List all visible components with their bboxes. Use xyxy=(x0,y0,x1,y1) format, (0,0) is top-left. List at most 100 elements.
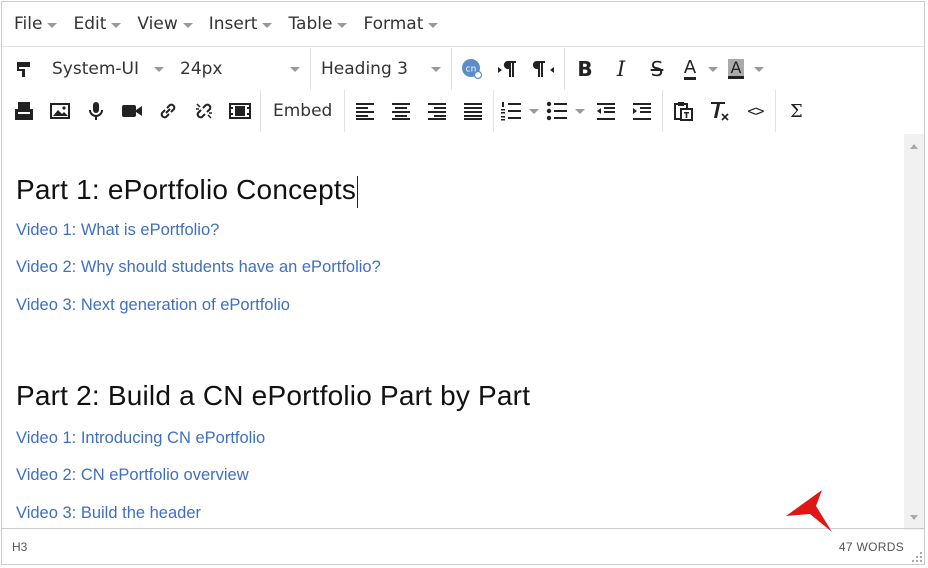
toolbar-group-embed: Embed xyxy=(260,90,344,132)
save-draft-button[interactable] xyxy=(6,94,42,128)
menu-format[interactable]: Format xyxy=(355,2,446,46)
editor-content[interactable]: Part 1: ePortfolio Concepts Video 1: Wha… xyxy=(2,134,906,530)
toolbar-group-fonts: System-UI 24px xyxy=(2,48,310,90)
paste-text-button[interactable] xyxy=(665,94,701,128)
toolbar-group-misc: <> xyxy=(662,90,775,132)
scroll-down-arrow-icon[interactable] xyxy=(910,515,918,520)
media-icon xyxy=(229,103,251,119)
video-icon xyxy=(122,105,142,117)
image-button[interactable] xyxy=(42,94,78,128)
italic-button[interactable]: I xyxy=(603,52,639,86)
align-left-icon xyxy=(356,103,375,120)
video-button[interactable] xyxy=(114,94,150,128)
cn-plugin-button[interactable]: cn xyxy=(454,52,490,86)
align-center-button[interactable] xyxy=(383,94,419,128)
strikethrough-button[interactable]: S xyxy=(639,52,675,86)
toolbar-group-text-style: B I S A A xyxy=(564,48,769,90)
clear-formatting-button[interactable] xyxy=(701,94,737,128)
menu-edit[interactable]: Edit xyxy=(65,2,129,46)
toolbar-row-formatting: System-UI 24px Heading 3 cn B I S A A xyxy=(2,48,924,90)
menu-file[interactable]: File xyxy=(6,2,65,46)
link-part1-video1[interactable]: Video 1: What is ePortfolio? xyxy=(16,221,219,240)
link-icon xyxy=(160,103,176,119)
link-button[interactable] xyxy=(150,94,186,128)
link-part2-video3[interactable]: Video 3: Build the header xyxy=(16,504,201,523)
chevron-down-icon xyxy=(754,66,764,72)
ltr-paragraph-icon xyxy=(498,61,516,77)
media-button[interactable] xyxy=(222,94,258,128)
vertical-scrollbar[interactable] xyxy=(904,134,924,530)
numbered-list-button[interactable] xyxy=(496,94,526,128)
chevron-down-icon xyxy=(529,108,540,114)
indent-icon xyxy=(633,103,652,120)
unlink-button[interactable] xyxy=(186,94,222,128)
numbered-list-dropdown[interactable] xyxy=(526,94,542,128)
equation-button[interactable]: Σ xyxy=(778,94,814,128)
toolbar-group-direction: cn xyxy=(451,48,564,90)
toolbar-row-insert: Embed <> Σ xyxy=(2,90,924,132)
strikethrough-icon: S xyxy=(650,57,664,81)
menu-file-label: File xyxy=(14,14,43,34)
background-color-button[interactable]: A xyxy=(721,52,751,86)
menu-view[interactable]: View xyxy=(129,2,200,46)
align-center-icon xyxy=(392,103,411,120)
menu-table[interactable]: Table xyxy=(280,2,355,46)
rtl-paragraph-button[interactable] xyxy=(526,52,562,86)
block-format-value: Heading 3 xyxy=(321,59,408,79)
align-right-icon xyxy=(428,103,447,120)
source-code-button[interactable]: <> xyxy=(737,94,773,128)
background-color-dropdown[interactable] xyxy=(751,52,767,86)
menu-table-label: Table xyxy=(288,14,333,34)
link-part1-video3[interactable]: Video 3: Next generation of ePortfolio xyxy=(16,296,290,315)
outdent-icon xyxy=(597,103,616,120)
justify-button[interactable] xyxy=(455,94,491,128)
element-path[interactable]: H3 xyxy=(2,540,27,554)
chevron-down-icon xyxy=(431,66,441,72)
save-draft-icon xyxy=(15,102,33,120)
source-code-icon: <> xyxy=(747,102,764,120)
text-cursor xyxy=(357,175,359,208)
chevron-down-icon xyxy=(708,66,718,72)
text-color-button[interactable]: A xyxy=(675,52,705,86)
toolbar-group-math: Σ xyxy=(775,90,816,132)
menu-edit-label: Edit xyxy=(73,14,107,34)
align-right-button[interactable] xyxy=(419,94,455,128)
format-painter-button[interactable] xyxy=(4,52,44,86)
chevron-down-icon xyxy=(290,66,300,72)
heading-part-1: Part 1: ePortfolio Concepts xyxy=(16,174,359,208)
text-color-icon: A xyxy=(683,56,697,80)
menu-insert[interactable]: Insert xyxy=(201,2,281,46)
scroll-up-arrow-icon[interactable] xyxy=(910,144,918,149)
format-painter-icon xyxy=(17,62,30,77)
font-size-select[interactable]: 24px xyxy=(172,52,308,86)
embed-button[interactable]: Embed xyxy=(263,94,342,128)
align-left-button[interactable] xyxy=(347,94,383,128)
chevron-down-icon xyxy=(428,22,439,28)
outdent-button[interactable] xyxy=(588,94,624,128)
sigma-icon: Σ xyxy=(789,100,803,122)
heading-part-1-text: Part 1: ePortfolio Concepts xyxy=(16,174,357,205)
clear-formatting-icon xyxy=(711,102,729,121)
ltr-paragraph-button[interactable] xyxy=(490,52,526,86)
chevron-down-icon xyxy=(154,66,164,72)
bold-button[interactable]: B xyxy=(567,52,603,86)
toolbar-group-media xyxy=(2,90,260,132)
chevron-down-icon xyxy=(262,22,273,28)
numbered-list-icon xyxy=(501,102,522,121)
link-part1-video2[interactable]: Video 2: Why should students have an ePo… xyxy=(16,258,381,277)
block-format-select[interactable]: Heading 3 xyxy=(313,52,449,86)
microphone-button[interactable] xyxy=(78,94,114,128)
text-color-dropdown[interactable] xyxy=(705,52,721,86)
link-part2-video2[interactable]: Video 2: CN ePortfolio overview xyxy=(16,466,249,485)
toolbar-group-align xyxy=(344,90,493,132)
font-family-select[interactable]: System-UI xyxy=(44,52,172,86)
chevron-down-icon xyxy=(337,22,348,28)
resize-handle-icon[interactable] xyxy=(912,552,922,562)
bullet-list-dropdown[interactable] xyxy=(572,94,588,128)
chevron-down-icon xyxy=(47,22,58,28)
indent-button[interactable] xyxy=(624,94,660,128)
image-icon xyxy=(50,103,70,119)
link-part2-video1[interactable]: Video 1: Introducing CN ePortfolio xyxy=(16,429,265,448)
toolbar-group-block: Heading 3 xyxy=(310,48,451,90)
bullet-list-button[interactable] xyxy=(542,94,572,128)
